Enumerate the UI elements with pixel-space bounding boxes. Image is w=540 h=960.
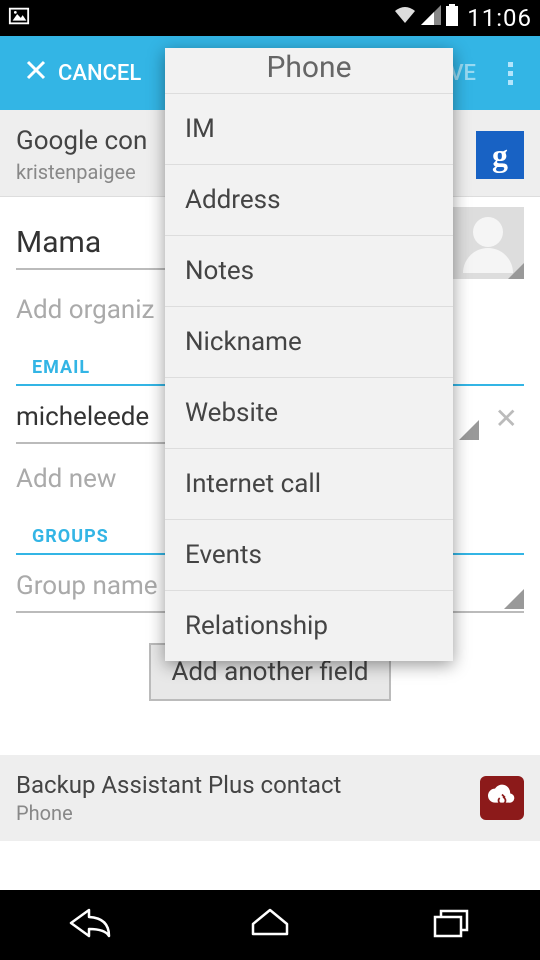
recent-apps-button[interactable] [425, 904, 475, 946]
backup-badge-icon [480, 776, 524, 820]
back-button[interactable] [65, 904, 115, 946]
popup-item-nickname[interactable]: Nickname [165, 307, 453, 378]
close-icon [24, 58, 48, 88]
nav-bar [0, 890, 540, 960]
picture-icon [8, 5, 30, 31]
wifi-icon [393, 5, 417, 31]
avatar-placeholder[interactable] [452, 207, 524, 279]
status-bar: 11:06 [0, 0, 540, 36]
overflow-menu-button[interactable] [490, 52, 530, 95]
popup-item-notes[interactable]: Notes [165, 236, 453, 307]
add-field-popup: Phone IM Address Notes Nickname Website … [165, 48, 453, 661]
backup-subtitle: Phone [16, 801, 480, 825]
popup-item-internet-call[interactable]: Internet call [165, 449, 453, 520]
email-type-spinner[interactable] [457, 412, 479, 440]
clock-text: 11:06 [467, 4, 532, 32]
popup-item-phone[interactable]: Phone [165, 48, 453, 94]
backup-account-row: Backup Assistant Plus contact Phone [0, 755, 540, 841]
signal-icon [421, 5, 441, 31]
battery-icon [445, 4, 459, 32]
popup-item-events[interactable]: Events [165, 520, 453, 591]
cancel-label: CANCEL [58, 61, 141, 86]
popup-item-relationship[interactable]: Relationship [165, 591, 453, 661]
backup-title: Backup Assistant Plus contact [16, 771, 480, 799]
delete-email-button[interactable]: ✕ [489, 402, 524, 435]
home-button[interactable] [245, 904, 295, 946]
google-badge-icon: g [476, 131, 524, 179]
popup-item-website[interactable]: Website [165, 378, 453, 449]
popup-item-im[interactable]: IM [165, 94, 453, 165]
popup-item-address[interactable]: Address [165, 165, 453, 236]
cancel-button[interactable]: CANCEL [10, 36, 155, 110]
